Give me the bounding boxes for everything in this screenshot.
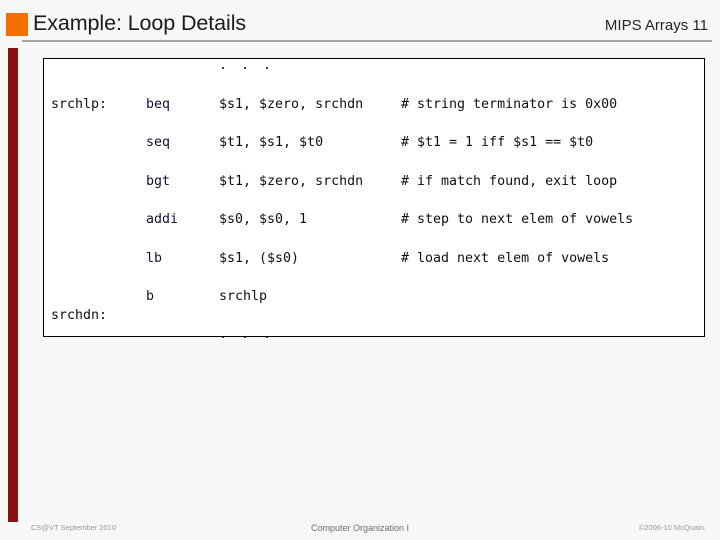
section-label: MIPS Arrays 11 xyxy=(604,17,708,34)
code-cell-comm xyxy=(401,309,704,328)
code-row: bgt $t1, $zero, srchdn # if match found, e… xyxy=(44,173,704,214)
code-cell-mnem: b xyxy=(146,289,155,304)
code-cell-comm xyxy=(401,59,704,98)
code-cell-ops: $s0, $s0, 1 xyxy=(219,212,308,227)
code-cell-comm: # $t1 = 1 iff $s1 == $t0 xyxy=(401,135,594,150)
code-cell-mnem: lb xyxy=(146,250,163,266)
code-cell-ops: $s1, ($s0) xyxy=(219,250,300,266)
code-cell-comm: # load next elem of vowels xyxy=(401,250,610,266)
code-cell-label xyxy=(44,290,146,309)
code-cell-mnem: bgt xyxy=(146,173,171,189)
code-cell-mnem xyxy=(146,328,219,367)
code-cell-ops: . . . xyxy=(219,58,275,73)
code-cell-comm xyxy=(401,328,704,367)
code-cell-ops: . . . xyxy=(219,327,275,342)
code-cell-comm: # string terminator is 0x00 xyxy=(401,96,618,112)
code-cell-label: srchdn: xyxy=(51,308,108,323)
code-cell-comm: # if match found, exit loop xyxy=(401,173,618,189)
footer-center: Computer Organization I xyxy=(310,523,410,533)
page-title: Example: Loop Details xyxy=(33,11,247,35)
code-cell-mnem xyxy=(146,59,219,98)
code-row: seq $t1, $s1, $t0 # $t1 = 1 iff $s1 == $t0 xyxy=(44,136,704,175)
code-cell-ops xyxy=(219,309,401,328)
code-cell-label xyxy=(44,328,146,367)
assembly-code-table: . . . srchlp: beq $s1, $zero, srchdn # strin… xyxy=(44,59,704,367)
code-cell-ops: srchlp xyxy=(219,289,268,304)
code-cell-mnem xyxy=(146,309,219,328)
code-listing-box: . . . srchlp: beq $s1, $zero, srchdn # strin… xyxy=(43,58,705,341)
code-cell-label: srchlp: xyxy=(51,96,108,112)
code-cell-ops: $t1, $s1, $t0 xyxy=(219,135,324,150)
title-accent-square xyxy=(6,13,28,36)
code-row: . . . xyxy=(44,59,704,98)
code-cell-label xyxy=(44,59,146,98)
code-cell-mnem: seq xyxy=(146,135,171,150)
code-row: lb $s1, ($s0) # load next elem of vowels xyxy=(44,250,704,291)
code-cell-ops: $t1, $zero, srchdn xyxy=(219,173,364,189)
code-row: addi $s0, $s0, 1 # step to next elem of vo… xyxy=(44,213,704,252)
header-divider xyxy=(22,40,712,42)
left-accent-bar xyxy=(8,48,18,522)
code-cell-label xyxy=(44,136,146,175)
code-cell-comm xyxy=(401,290,704,309)
footer-right: ©2006-10 McQuain. xyxy=(638,523,706,532)
code-cell-mnem: beq xyxy=(146,96,171,112)
code-row: srchlp: beq $s1, $zero, srchdn # string ter… xyxy=(44,96,704,137)
code-row: b srchlp xyxy=(44,290,704,309)
code-row: . . . xyxy=(44,328,704,367)
code-cell-mnem: addi xyxy=(146,212,179,227)
code-cell-label xyxy=(44,252,146,291)
code-cell-ops: $s1, $zero, srchdn xyxy=(219,96,364,112)
code-cell-label xyxy=(44,175,146,214)
code-row: srchdn: xyxy=(44,309,704,328)
code-cell-comm: # step to next elem of vowels xyxy=(401,212,634,227)
code-cell-label xyxy=(44,213,146,252)
